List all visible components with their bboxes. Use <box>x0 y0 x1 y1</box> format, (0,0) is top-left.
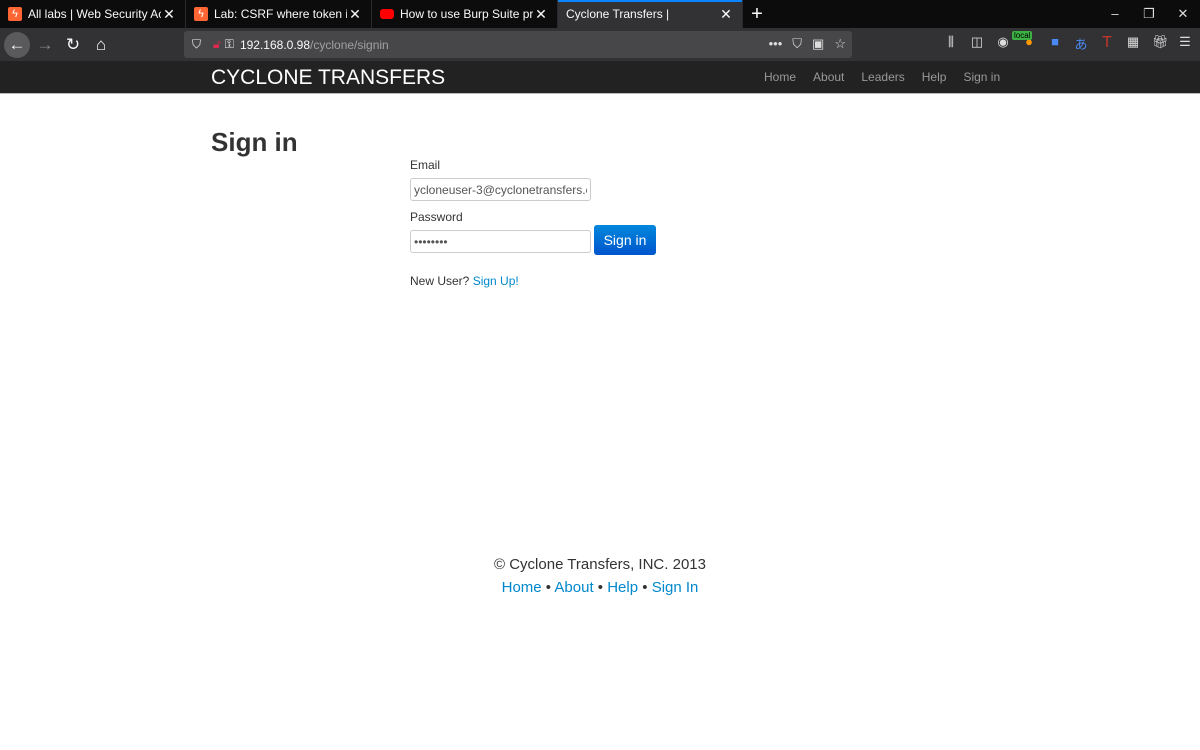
restore-icon[interactable]: ❐ <box>1132 0 1166 28</box>
forward-button[interactable]: → <box>32 32 58 58</box>
minimize-icon[interactable]: – <box>1098 0 1132 28</box>
portswigger-icon: ϟ <box>194 7 208 21</box>
account-icon[interactable]: ◉ <box>996 34 1010 53</box>
nav-signin[interactable]: Sign in <box>963 70 1000 84</box>
google-translate-icon[interactable]: ■ <box>1048 34 1062 53</box>
more-icon[interactable]: ••• <box>769 36 783 52</box>
youtube-icon <box>380 9 394 19</box>
tab-csrf-lab[interactable]: ϟLab: CSRF where token is not tied✕ <box>186 0 372 28</box>
tab-bar: ϟAll labs | Web Security Academy✕ ϟLab: … <box>0 0 1200 28</box>
translator-icon[interactable]: あ <box>1074 34 1088 53</box>
reload-button[interactable]: ↻ <box>60 32 86 58</box>
nav-leaders[interactable]: Leaders <box>861 70 904 84</box>
email-input[interactable] <box>410 178 591 201</box>
site-brand[interactable]: CYCLONE TRANSFERS <box>211 66 445 90</box>
close-tab-icon[interactable]: ✕ <box>533 6 549 23</box>
password-input[interactable] <box>410 230 591 253</box>
signup-link[interactable]: Sign Up! <box>473 274 519 288</box>
copyright: © Cyclone Transfers, INC. 2013 <box>494 556 706 573</box>
translate-icon[interactable]: ▣ <box>812 36 824 52</box>
menu-icon[interactable]: ☰ <box>1178 34 1192 53</box>
insecure-lock-icon[interactable]: 🔓︎ <box>213 37 221 52</box>
tab-all-labs[interactable]: ϟAll labs | Web Security Academy✕ <box>0 0 186 28</box>
library-icon[interactable]: ⫼ <box>944 34 958 53</box>
shield-icon[interactable]: ⛉ <box>192 37 201 52</box>
nav-help[interactable]: Help <box>922 70 947 84</box>
sidebar-icon[interactable]: ◫ <box>970 34 984 53</box>
extension-badge: local <box>1012 31 1033 40</box>
site-nav: Home About Leaders Help Sign in <box>764 70 1000 84</box>
footer: © Cyclone Transfers, INC. 2013 Home • Ab… <box>0 556 1200 596</box>
nav-about[interactable]: About <box>813 70 844 84</box>
email-label: Email <box>410 158 441 172</box>
star-icon[interactable]: ☆ <box>834 36 846 52</box>
close-tab-icon[interactable]: ✕ <box>718 6 734 23</box>
key-icon[interactable]: ⚿ <box>225 37 234 52</box>
nav-home[interactable]: Home <box>764 70 796 84</box>
t-extension-icon[interactable]: T <box>1100 34 1114 53</box>
extensions-icon[interactable]: ▦ <box>1126 34 1140 53</box>
portswigger-icon: ϟ <box>8 7 22 21</box>
footer-signin[interactable]: Sign In <box>652 579 699 596</box>
back-button[interactable]: ← <box>4 31 30 58</box>
window-close-icon[interactable]: ✕ <box>1166 0 1200 28</box>
signin-button[interactable]: Sign in <box>594 225 656 255</box>
footer-home[interactable]: Home <box>502 579 542 596</box>
footer-help[interactable]: Help <box>607 579 638 596</box>
close-tab-icon[interactable]: ✕ <box>161 6 177 23</box>
new-user-text: New User? <box>410 274 470 288</box>
close-tab-icon[interactable]: ✕ <box>347 6 363 23</box>
home-button[interactable]: ⌂ <box>88 32 114 58</box>
pocket-icon[interactable]: ⛉ <box>792 36 802 52</box>
gift-icon[interactable]: 🎁︎ <box>1152 34 1169 53</box>
separator: • <box>642 579 648 596</box>
tab-burp-video[interactable]: How to use Burp Suite projects✕ <box>372 0 558 28</box>
site-header: CYCLONE TRANSFERS Home About Leaders Hel… <box>0 61 1200 94</box>
separator: • <box>545 579 552 596</box>
password-label: Password <box>410 210 463 224</box>
tab-cyclone[interactable]: Cyclone Transfers | ✕ <box>558 0 743 28</box>
url-bar[interactable]: ⛉ 🔓︎ ⚿ 192.168.0.98/cyclone/signin ••• ⛉ ▣… <box>184 31 852 58</box>
signin-form: Email Password Sign in New User? Sign Up… <box>410 158 656 288</box>
page-title: Sign in <box>211 127 298 157</box>
footer-about[interactable]: About <box>554 579 593 596</box>
separator: • <box>597 579 604 596</box>
new-tab-button[interactable]: + <box>743 0 771 28</box>
